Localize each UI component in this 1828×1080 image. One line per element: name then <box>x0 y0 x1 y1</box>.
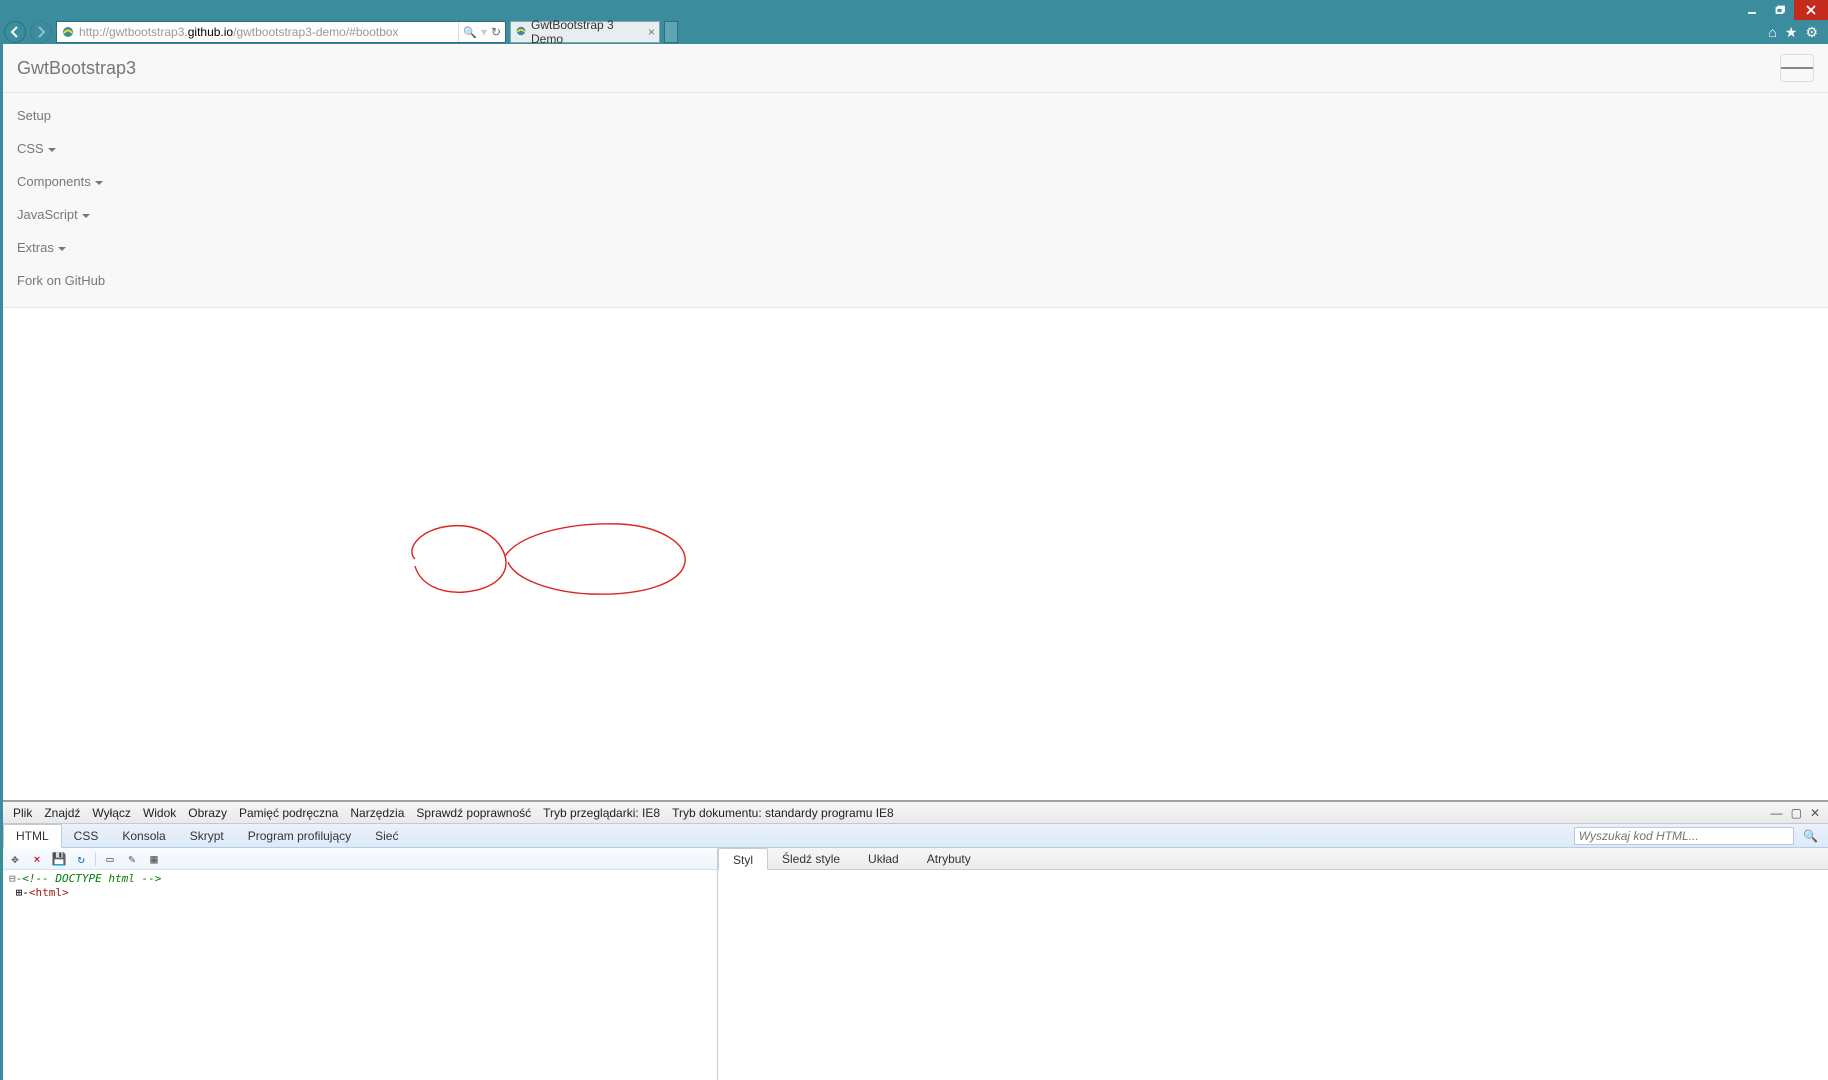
devmenu-znajdz[interactable]: Znajdź <box>38 803 86 823</box>
ie-favicon-icon <box>57 25 79 39</box>
devtools-minimize-icon[interactable]: — <box>1769 806 1785 820</box>
devmenu-docmode[interactable]: Tryb dokumentu: standardy programu IE8 <box>666 803 900 823</box>
nav-setup[interactable]: Setup <box>3 99 1828 132</box>
new-tab-button[interactable] <box>664 21 678 43</box>
devtab-konsola[interactable]: Konsola <box>110 825 177 847</box>
nav-css[interactable]: CSS <box>3 132 1828 165</box>
nav-menu: Setup CSS Components JavaScript Extras F… <box>3 93 1828 307</box>
address-bar[interactable]: http://gwtbootstrap3.github.io/gwtbootst… <box>56 21 506 43</box>
devtab-siec[interactable]: Sieć <box>363 825 410 847</box>
devmenu-browsermode[interactable]: Tryb przeglądarki: IE8 <box>537 803 666 823</box>
styles-tab-styl[interactable]: Styl <box>718 848 768 870</box>
caret-down-icon <box>82 214 90 218</box>
nav-javascript[interactable]: JavaScript <box>3 198 1828 231</box>
forward-button[interactable] <box>30 21 52 43</box>
devtools-tabbar: HTML CSS Konsola Skrypt Program profiluj… <box>3 824 1828 848</box>
devmenu-plik[interactable]: Plik <box>7 803 38 823</box>
devmenu-pamiec[interactable]: Pamięć podręczna <box>233 803 344 823</box>
caret-down-icon <box>58 247 66 251</box>
refresh-icon[interactable]: ↻ <box>491 25 501 39</box>
window-restore-button[interactable] <box>1766 0 1794 20</box>
tab-favicon-icon <box>515 25 527 40</box>
devtools-dom-tree[interactable]: ✥ ⨯ 💾 ↻ ▭ ✎ ▦ ⊟-<!-- DOCTYPE html --> ⊞-… <box>3 848 718 1080</box>
devtab-css[interactable]: CSS <box>62 825 111 847</box>
back-button[interactable] <box>4 21 26 43</box>
devmenu-sprawdz[interactable]: Sprawdź poprawność <box>410 803 537 823</box>
favorites-icon[interactable]: ★ <box>1785 24 1798 41</box>
browser-chrome: http://gwtbootstrap3.github.io/gwtbootst… <box>0 20 1828 44</box>
page-body-empty <box>3 308 1828 800</box>
devtools-undock-icon[interactable]: ▢ <box>1789 806 1804 820</box>
caret-down-icon <box>95 181 103 185</box>
devmenu-wylacz[interactable]: Wyłącz <box>86 803 137 823</box>
devmenu-narzedzia[interactable]: Narzędzia <box>344 803 410 823</box>
navbar: GwtBootstrap3 <box>3 44 1828 93</box>
navbar-toggle-icon[interactable] <box>1780 54 1814 82</box>
nav-components[interactable]: Components <box>3 165 1828 198</box>
caret-down-icon <box>48 148 56 152</box>
styles-tab-uklad[interactable]: Układ <box>854 848 913 869</box>
devtab-skrypt[interactable]: Skrypt <box>178 825 236 847</box>
devtools: Plik Znajdź Wyłącz Widok Obrazy Pamięć p… <box>3 800 1828 1080</box>
devtab-profil[interactable]: Program profilujący <box>236 825 363 847</box>
devtools-search-input[interactable] <box>1574 827 1794 845</box>
nav-fork[interactable]: Fork on GitHub <box>3 264 1828 297</box>
element-outline-icon[interactable]: ▭ <box>102 851 118 867</box>
styles-tab-sledz[interactable]: Śledź style <box>768 848 854 869</box>
page-brand: GwtBootstrap3 <box>17 58 136 79</box>
window-titlebar <box>0 0 1828 20</box>
devtab-html[interactable]: HTML <box>3 824 62 848</box>
wordwrap-icon[interactable]: ▦ <box>146 851 162 867</box>
tools-gear-icon[interactable]: ⚙ <box>1805 24 1818 41</box>
pointer-select-icon[interactable]: ✥ <box>7 851 23 867</box>
devtools-close-icon[interactable]: ✕ <box>1808 806 1822 820</box>
search-icon[interactable]: 🔍 <box>463 26 477 39</box>
devmenu-obrazy[interactable]: Obrazy <box>182 803 233 823</box>
search-icon[interactable]: 🔍 <box>1797 829 1824 843</box>
save-icon[interactable]: 💾 <box>51 851 67 867</box>
devtools-search[interactable]: 🔍 <box>1574 827 1824 845</box>
browser-tab[interactable]: GwtBootstrap 3 Demo × <box>510 21 660 43</box>
devtools-styles-pane: Styl Śledź style Układ Atrybuty <box>718 848 1828 1080</box>
tab-title: GwtBootstrap 3 Demo <box>531 18 644 46</box>
clear-cache-icon[interactable]: ⨯ <box>29 851 45 867</box>
window-close-button[interactable] <box>1794 0 1828 20</box>
home-icon[interactable]: ⌂ <box>1768 24 1776 41</box>
separator <box>95 852 96 866</box>
devmenu-widok[interactable]: Widok <box>137 803 182 823</box>
edit-icon[interactable]: ✎ <box>124 851 140 867</box>
styles-tab-atrybuty[interactable]: Atrybuty <box>913 848 985 869</box>
devtools-menubar: Plik Znajdź Wyłącz Widok Obrazy Pamięć p… <box>3 802 1828 824</box>
window-minimize-button[interactable] <box>1738 0 1766 20</box>
address-url: http://gwtbootstrap3.github.io/gwtbootst… <box>79 25 458 39</box>
nav-extras[interactable]: Extras <box>3 231 1828 264</box>
refresh-tree-icon[interactable]: ↻ <box>73 851 89 867</box>
tab-close-icon[interactable]: × <box>648 26 655 38</box>
